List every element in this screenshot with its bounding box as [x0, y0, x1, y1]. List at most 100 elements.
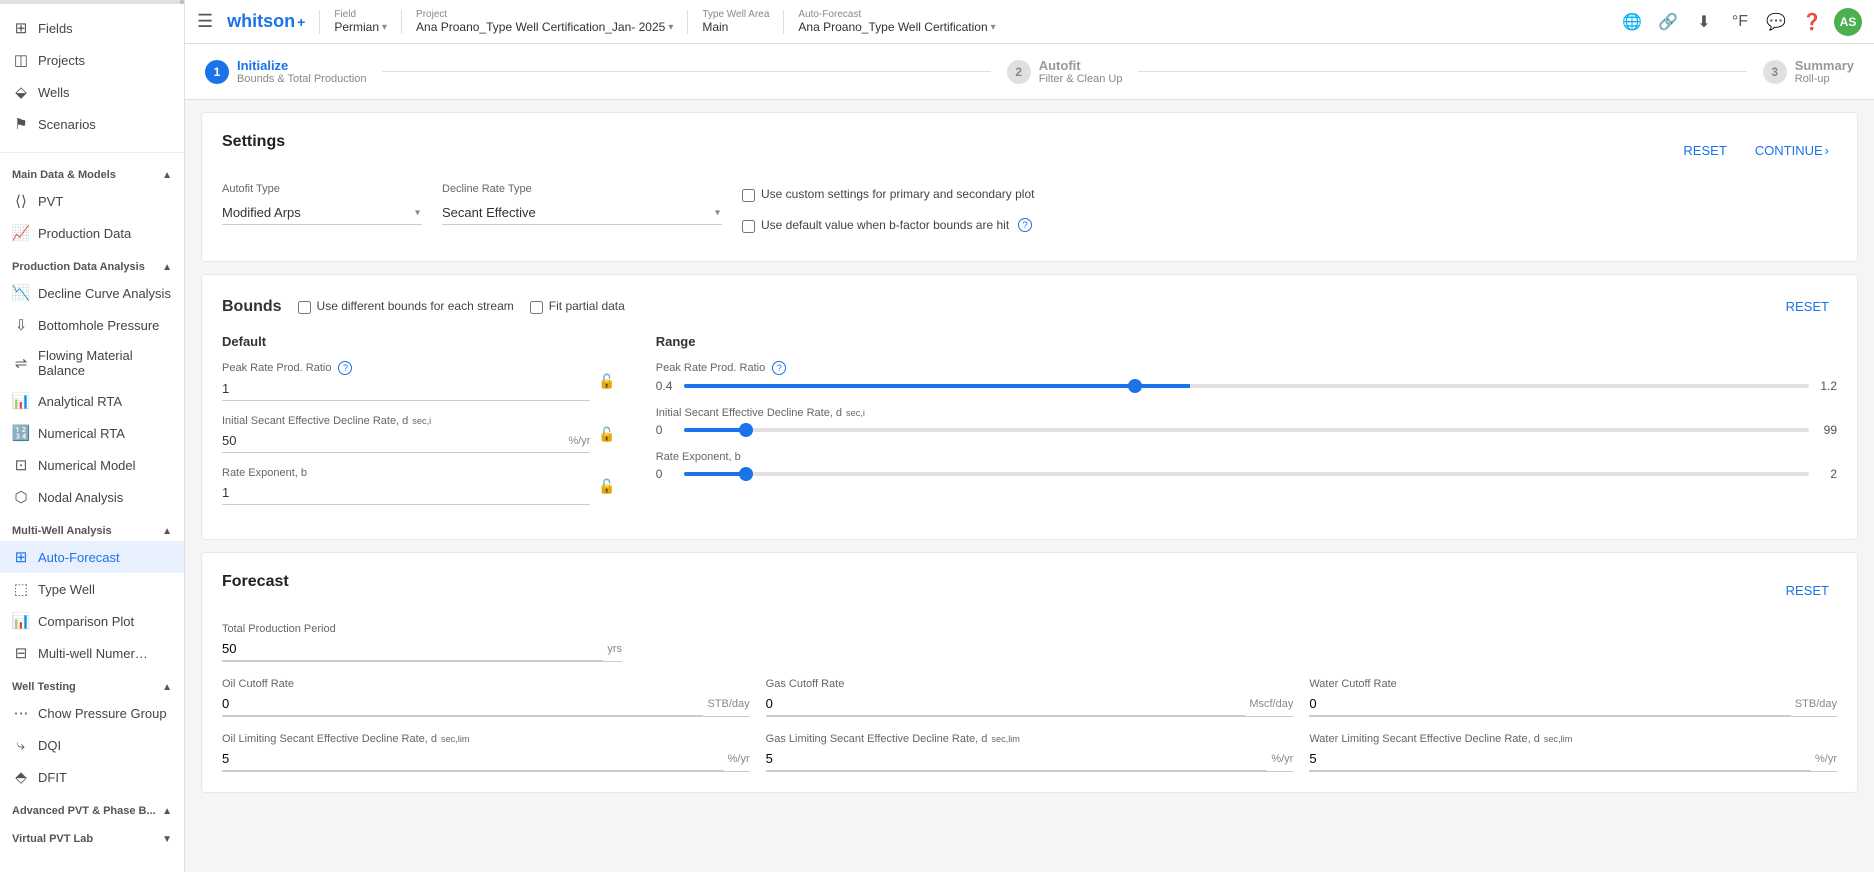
project-value[interactable]: Ana Proano_Type Well Certification_Jan- … — [416, 20, 673, 34]
peak-rate-slider[interactable] — [684, 384, 1809, 388]
custom-settings-checkbox[interactable] — [742, 189, 755, 202]
peak-rate-lock-icon[interactable]: 🔓 — [598, 373, 615, 390]
settings-continue-button[interactable]: CONTINUE › — [1747, 139, 1837, 162]
avatar[interactable]: AS — [1834, 8, 1862, 36]
chevron-up-icon: ▲ — [162, 170, 172, 181]
sidebar-item-wells[interactable]: ⬙ Wells — [0, 76, 184, 108]
wells-icon: ⬙ — [12, 83, 30, 101]
settings-card: Settings RESET CONTINUE › Autofit Type M… — [201, 112, 1858, 262]
water-limiting-input[interactable] — [1309, 747, 1811, 771]
decline-rate-group: Decline Rate Type Secant Effective Nomin… — [442, 183, 722, 225]
fit-partial-label[interactable]: Fit partial data — [549, 299, 625, 313]
hamburger-icon[interactable]: ☰ — [197, 11, 213, 32]
bounds-default-col: Default Peak Rate Prod. Ratio ? 🔓 — [222, 334, 616, 519]
rate-exp-slider[interactable] — [684, 472, 1809, 476]
sidebar-item-dfit[interactable]: ⬘ DFIT — [0, 761, 184, 793]
rate-exp-slider-label: Rate Exponent, b — [656, 451, 1837, 463]
fit-partial-checkbox[interactable] — [530, 301, 543, 314]
sidebar-item-multi-numerical[interactable]: ⊟ Multi-well Numerical Mod... — [0, 637, 184, 669]
peak-rate-slider-row: Peak Rate Prod. Ratio ? 0.4 1.2 — [656, 361, 1837, 393]
water-limiting-unit: %/yr — [1811, 753, 1837, 765]
production-data-icon: 📈 — [12, 224, 30, 242]
section-virtual-pvt[interactable]: Virtual PVT Lab ▼ — [0, 825, 184, 849]
sidebar-item-bottomhole[interactable]: ⇩ Bottomhole Pressure — [0, 309, 184, 341]
sidebar-item-numerical-model[interactable]: ⊡ Numerical Model — [0, 449, 184, 481]
sidebar-item-analytical-rta[interactable]: 📊 Analytical RTA — [0, 385, 184, 417]
decline-rate-select[interactable]: Secant Effective Nominal Tangent Effecti… — [442, 201, 722, 225]
peak-rate-default-row: Peak Rate Prod. Ratio ? 🔓 — [222, 361, 616, 401]
autofit-type-select-wrapper: Modified Arps Arps Duong — [222, 201, 422, 225]
sidebar-item-pvt[interactable]: ⟨⟩ PVT — [0, 185, 184, 217]
initial-decline-slider-row: Initial Secant Effective Decline Rate, d… — [656, 407, 1837, 437]
comparison-plot-icon: 📊 — [12, 612, 30, 630]
sidebar-item-production-data[interactable]: 📈 Production Data — [0, 217, 184, 249]
initial-decline-slider[interactable] — [684, 428, 1809, 432]
sidebar-item-fields[interactable]: ⊞ Fields — [0, 12, 184, 44]
different-bounds-label[interactable]: Use different bounds for each stream — [317, 299, 514, 313]
flowing-mb-icon: ⇌ — [12, 354, 30, 372]
section-well-testing[interactable]: Well Testing ▲ — [0, 673, 184, 697]
type-well-area-selector: Type Well Area Main — [702, 9, 769, 34]
help-icon[interactable]: ❓ — [1798, 8, 1826, 36]
sidebar-item-projects[interactable]: ◫ Projects — [0, 44, 184, 76]
different-bounds-checkbox[interactable] — [298, 301, 311, 314]
dfit-icon: ⬘ — [12, 768, 30, 786]
decline-rate-select-wrapper: Secant Effective Nominal Tangent Effecti… — [442, 201, 722, 225]
type-well-area-value[interactable]: Main — [702, 20, 769, 34]
settings-actions: RESET CONTINUE › — [1675, 139, 1837, 162]
oil-limiting-input[interactable] — [222, 747, 724, 771]
peak-rate-help-icon[interactable]: ? — [338, 361, 352, 375]
forecast-reset-button[interactable]: RESET — [1778, 579, 1837, 602]
total-production-input[interactable] — [222, 637, 603, 661]
download-icon[interactable]: ⬇ — [1690, 8, 1718, 36]
section-advanced-pvt[interactable]: Advanced PVT & Phase B... ▲ — [0, 797, 184, 821]
default-value-label[interactable]: Use default value when b-factor bounds a… — [761, 218, 1009, 232]
rate-exp-lock-icon[interactable]: 🔓 — [598, 478, 615, 495]
field-selector: Field Permian ▾ — [334, 9, 387, 34]
peak-rate-range-help-icon[interactable]: ? — [772, 361, 786, 375]
sidebar-item-type-well[interactable]: ⬚ Type Well — [0, 573, 184, 605]
sidebar-item-decline-curve[interactable]: 📉 Decline Curve Analysis — [0, 277, 184, 309]
field-value[interactable]: Permian ▾ — [334, 20, 387, 34]
sidebar-item-flowing-mb[interactable]: ⇌ Flowing Material Balance — [0, 341, 184, 385]
sidebar-item-nodal-analysis[interactable]: ⬡ Nodal Analysis — [0, 481, 184, 513]
step-3[interactable]: 3 Summary Roll-up — [1763, 58, 1854, 85]
bounds-reset-button[interactable]: RESET — [1778, 295, 1837, 318]
gas-limiting-input[interactable] — [766, 747, 1268, 771]
sidebar-item-comparison-plot[interactable]: 📊 Comparison Plot — [0, 605, 184, 637]
default-value-checkbox[interactable] — [742, 220, 755, 233]
initial-decline-lock-icon[interactable]: 🔓 — [598, 426, 615, 443]
app-logo: whitson+ — [227, 11, 305, 32]
temperature-icon[interactable]: °F — [1726, 8, 1754, 36]
section-production-data-analysis[interactable]: Production Data Analysis ▲ — [0, 253, 184, 277]
gas-cutoff-label: Gas Cutoff Rate — [766, 678, 1294, 690]
rate-exp-default-input[interactable] — [222, 481, 590, 505]
sidebar-item-dqi[interactable]: ⤷ DQI — [0, 729, 184, 761]
settings-reset-button[interactable]: RESET — [1675, 139, 1734, 162]
fields-icon: ⊞ — [12, 19, 30, 37]
chat-icon[interactable]: 💬 — [1762, 8, 1790, 36]
bounds-range-col: Range Peak Rate Prod. Ratio ? 0.4 1.2 — [656, 334, 1837, 519]
b-factor-help-icon[interactable]: ? — [1018, 218, 1032, 232]
sidebar-item-chow-pressure[interactable]: ⋯ Chow Pressure Group — [0, 697, 184, 729]
section-main-data-models[interactable]: Main Data & Models ▲ — [0, 161, 184, 185]
peak-rate-slider-label: Peak Rate Prod. Ratio ? — [656, 361, 1837, 375]
initial-decline-default-input[interactable] — [222, 429, 564, 452]
autofit-type-select[interactable]: Modified Arps Arps Duong — [222, 201, 422, 225]
water-cutoff-input[interactable] — [1309, 692, 1790, 716]
step-1[interactable]: 1 Initialize Bounds & Total Production — [205, 58, 366, 85]
link-icon[interactable]: 🔗 — [1654, 8, 1682, 36]
custom-settings-label[interactable]: Use custom settings for primary and seco… — [761, 187, 1034, 201]
chow-icon: ⋯ — [12, 704, 30, 722]
globe-icon[interactable]: 🌐 — [1618, 8, 1646, 36]
sidebar-item-numerical-rta[interactable]: 🔢 Numerical RTA — [0, 417, 184, 449]
gas-cutoff-input[interactable] — [766, 692, 1246, 716]
sidebar-item-auto-forecast[interactable]: ⊞ Auto-Forecast — [0, 541, 184, 573]
auto-forecast-value[interactable]: Ana Proano_Type Well Certification ▾ — [798, 20, 995, 34]
peak-rate-default-input[interactable] — [222, 377, 590, 401]
section-multi-well[interactable]: Multi-Well Analysis ▲ — [0, 517, 184, 541]
oil-cutoff-input[interactable] — [222, 692, 703, 716]
oil-cutoff-input-group: STB/day — [222, 692, 750, 717]
sidebar-item-scenarios[interactable]: ⚑ Scenarios — [0, 108, 184, 140]
step-2[interactable]: 2 Autofit Filter & Clean Up — [1007, 58, 1123, 85]
